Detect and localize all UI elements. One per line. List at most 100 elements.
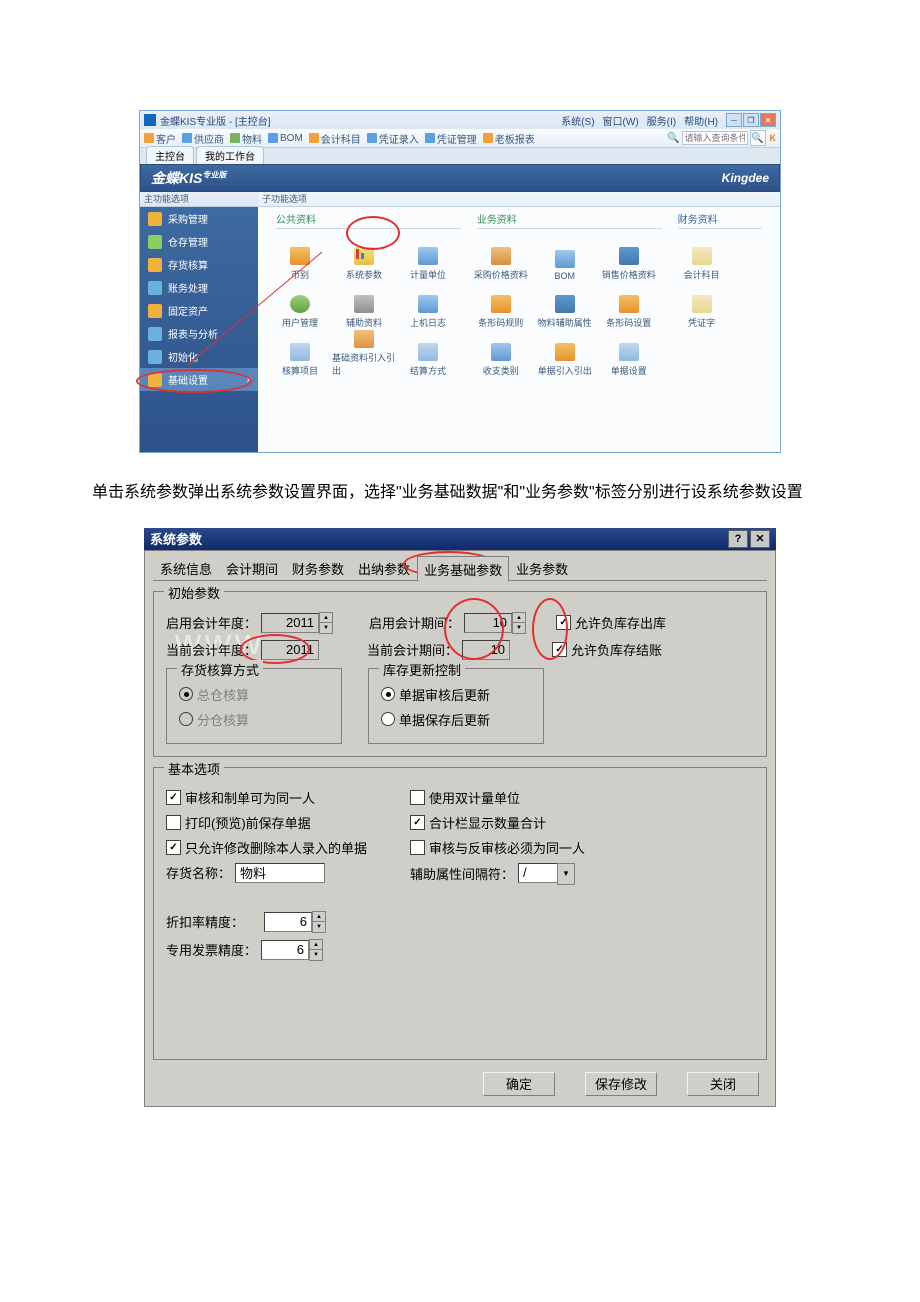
input-discount-precision[interactable] bbox=[264, 912, 312, 932]
tb-voucher-entry[interactable]: 凭证录入 bbox=[379, 131, 419, 146]
item-sale-price[interactable]: 销售价格资料 bbox=[597, 233, 661, 281]
input-stock-name[interactable] bbox=[235, 863, 325, 883]
check-icon bbox=[290, 343, 310, 361]
radio-total bbox=[179, 687, 193, 701]
purchase-price-icon bbox=[491, 247, 511, 265]
spinner-discount[interactable]: ▲▼ bbox=[312, 911, 326, 933]
item-log[interactable]: 上机日志 bbox=[396, 281, 460, 329]
sidebar-item-purchase[interactable]: 采购管理 bbox=[140, 207, 258, 230]
tab-business-params[interactable]: 业务参数 bbox=[509, 555, 575, 581]
item-bill-import[interactable]: 单据引入引出 bbox=[533, 329, 597, 377]
menu-window[interactable]: 窗口(W) bbox=[601, 113, 641, 128]
item-barcode-set[interactable]: 条形码设置 bbox=[597, 281, 661, 329]
section-business: 业务资料 bbox=[477, 211, 662, 229]
inventory-icon bbox=[148, 258, 162, 272]
ok-button[interactable]: 确定 bbox=[483, 1072, 555, 1096]
purchase-icon bbox=[148, 212, 162, 226]
tab-finance-params[interactable]: 财务参数 bbox=[285, 555, 351, 581]
kis-main-window: 金蝶KIS专业版 - [主控台] 系统(S) 窗口(W) 服务(I) 帮助(H)… bbox=[139, 110, 781, 453]
input-invoice-precision[interactable] bbox=[261, 940, 309, 960]
sidebar-item-warehouse[interactable]: 仓存管理 bbox=[140, 230, 258, 253]
checkbox-sum-col[interactable]: ✓ bbox=[410, 815, 425, 830]
tb-supplier[interactable]: 供应商 bbox=[194, 131, 224, 146]
sidebar-item-accounting[interactable]: 账务处理 bbox=[140, 276, 258, 299]
instruction-text: 单击系统参数弹出系统参数设置界面，选择"业务基础数据"和"业务参数"标签分别进行… bbox=[60, 479, 860, 508]
input-start-year[interactable] bbox=[261, 613, 319, 633]
item-cost-project[interactable]: 核算项目 bbox=[268, 329, 332, 377]
radio-after-save[interactable] bbox=[381, 712, 395, 726]
item-currency[interactable]: 币别 bbox=[268, 233, 332, 281]
bill-set-icon bbox=[619, 343, 639, 361]
label-discount-precision: 折扣率精度： bbox=[166, 912, 244, 931]
material-attr-icon bbox=[555, 295, 575, 313]
unit-icon bbox=[418, 247, 438, 265]
sidebar-item-init[interactable]: 初始化 bbox=[140, 345, 258, 368]
label-stock-name: 存货名称： bbox=[166, 863, 231, 882]
item-account-subject[interactable]: 会计科目 bbox=[670, 233, 734, 281]
close-button-dlg[interactable]: 关闭 bbox=[687, 1072, 759, 1096]
item-basic-import[interactable]: 基础资料引入引出 bbox=[332, 329, 396, 377]
checkbox-print-save[interactable] bbox=[166, 815, 181, 830]
sidebar-item-report[interactable]: 报表与分析 bbox=[140, 322, 258, 345]
menu-system[interactable]: 系统(S) bbox=[559, 113, 596, 128]
tab-period[interactable]: 会计期间 bbox=[219, 555, 285, 581]
search-input[interactable] bbox=[682, 131, 748, 145]
sidebar-item-inventory[interactable]: 存货核算 bbox=[140, 253, 258, 276]
search-button[interactable]: 🔍 bbox=[750, 130, 766, 146]
dialog-close-button[interactable]: ✕ bbox=[750, 530, 770, 548]
radio-after-audit[interactable] bbox=[381, 687, 395, 701]
label-separator: 辅助属性间隔符： bbox=[410, 864, 514, 883]
tb-voucher-mgmt[interactable]: 凭证管理 bbox=[437, 131, 477, 146]
checkbox-rev-same[interactable] bbox=[410, 840, 425, 855]
checkbox-own-only[interactable]: ✓ bbox=[166, 840, 181, 855]
menu-service[interactable]: 服务(I) bbox=[645, 113, 678, 128]
tab-business-basic-params[interactable]: 业务基础参数 bbox=[417, 556, 509, 582]
brand-bar: 金蝶KIS专业版 Kingdee bbox=[140, 164, 780, 192]
system-params-dialog: 系统参数 ? ✕ www 系统信息 会计期间 财务参数 出纳参数 业务基础参数 … bbox=[144, 528, 776, 1107]
brand-text: 金蝶KIS专业版 bbox=[151, 168, 226, 188]
spinner-start-period[interactable]: ▲▼ bbox=[512, 612, 526, 634]
user-mgmt-icon bbox=[290, 295, 310, 313]
spinner-start-year[interactable]: ▲▼ bbox=[319, 612, 333, 634]
dialog-tabs: 系统信息 会计期间 财务参数 出纳参数 业务基础参数 业务参数 bbox=[153, 559, 767, 581]
checkbox-dual-unit[interactable] bbox=[410, 790, 425, 805]
tab-main-console[interactable]: 主控台 bbox=[146, 146, 194, 164]
dialog-help-button[interactable]: ? bbox=[728, 530, 748, 548]
dropdown-icon[interactable]: ▼ bbox=[557, 863, 575, 885]
item-settlement[interactable]: 结算方式 bbox=[396, 329, 460, 377]
combo-separator[interactable]: ▼ bbox=[518, 863, 575, 885]
tb-account[interactable]: 会计科目 bbox=[321, 131, 361, 146]
tb-bom[interactable]: BOM bbox=[280, 133, 303, 144]
aux-data-icon bbox=[354, 295, 374, 313]
account-icon bbox=[309, 133, 319, 143]
voucher-entry-icon bbox=[367, 133, 377, 143]
item-aux-data[interactable]: 辅助资料 bbox=[332, 281, 396, 329]
tb-boss-report[interactable]: 老板报表 bbox=[495, 131, 535, 146]
menu-bar[interactable]: 系统(S) 窗口(W) 服务(I) 帮助(H) bbox=[559, 113, 720, 128]
item-material-attr[interactable]: 物料辅助属性 bbox=[533, 281, 597, 329]
item-voucher-word[interactable]: 凭证字 bbox=[670, 281, 734, 329]
import-icon bbox=[354, 330, 374, 348]
tab-my-workbench[interactable]: 我的工作台 bbox=[196, 146, 264, 164]
save-button[interactable]: 保存修改 bbox=[585, 1072, 657, 1096]
minimize-button[interactable]: ─ bbox=[726, 113, 742, 127]
item-purchase-price[interactable]: 采购价格资料 bbox=[469, 233, 533, 281]
close-button[interactable]: ✕ bbox=[760, 113, 776, 127]
restore-button[interactable]: ❐ bbox=[743, 113, 759, 127]
tb-customer[interactable]: 客户 bbox=[156, 131, 176, 146]
item-bill-set[interactable]: 单据设置 bbox=[597, 329, 661, 377]
item-payment-type[interactable]: 收支类别 bbox=[469, 329, 533, 377]
spinner-invoice[interactable]: ▲▼ bbox=[309, 939, 323, 961]
menu-help[interactable]: 帮助(H) bbox=[682, 113, 720, 128]
checkbox-same-person[interactable]: ✓ bbox=[166, 790, 181, 805]
report-icon bbox=[148, 327, 162, 341]
item-bom[interactable]: BOM bbox=[533, 233, 597, 281]
log-icon bbox=[418, 295, 438, 313]
item-barcode-rule[interactable]: 条形码规则 bbox=[469, 281, 533, 329]
item-unit[interactable]: 计量单位 bbox=[396, 233, 460, 281]
account-subject-icon bbox=[692, 247, 712, 265]
tb-material[interactable]: 物料 bbox=[242, 131, 262, 146]
group-stock-update: 库存更新控制 单据审核后更新 单据保存后更新 bbox=[368, 668, 544, 744]
content-area: 子功能选项 公共资料 币别 系统参数 计量单位 用户管理 辅助资料 上机日志 核… bbox=[258, 192, 780, 452]
tab-system-info[interactable]: 系统信息 bbox=[153, 555, 219, 581]
